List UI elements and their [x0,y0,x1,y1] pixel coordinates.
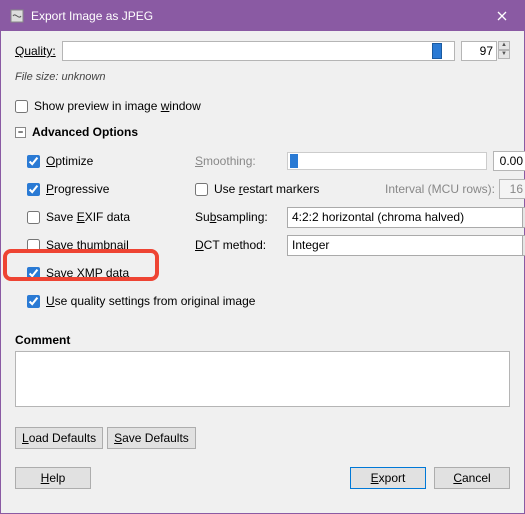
advanced-options-label: Advanced Options [32,125,138,139]
export-jpeg-dialog: Export Image as JPEG Quality: ▲ ▼ File s… [0,0,525,514]
use-original-quality-checkbox[interactable] [27,295,40,308]
load-defaults-button[interactable]: Load Defaults [15,427,103,449]
show-preview-row: Show preview in image window [15,99,510,113]
dct-combo[interactable]: Integer ▼ [287,235,525,256]
interval-spinner: ▲▼ [499,179,525,199]
quality-row: Quality: ▲ ▼ [15,41,510,61]
cancel-button[interactable]: Cancel [434,467,510,489]
defaults-buttons: Load Defaults Save Defaults [15,427,510,449]
quality-spinner[interactable]: ▲ ▼ [461,41,510,61]
comment-textarea[interactable] [15,351,510,407]
interval-value-input [499,179,525,199]
save-defaults-button[interactable]: Save Defaults [107,427,196,449]
expander-icon[interactable]: − [15,127,26,138]
smoothing-slider[interactable] [287,152,487,170]
optimize-option[interactable]: Optimize [27,154,93,168]
save-exif-checkbox[interactable] [27,211,40,224]
save-thumbnail-option[interactable]: Save thumbnail [27,238,129,252]
advanced-options-body: Optimize Progressive Save EXIF data [27,147,510,315]
dialog-title: Export Image as JPEG [31,9,479,23]
save-xmp-checkbox[interactable] [27,267,40,280]
save-xmp-option[interactable]: Save XMP data [27,266,129,280]
close-button[interactable] [479,1,524,31]
quality-slider[interactable] [62,41,455,61]
spin-up-icon[interactable]: ▲ [498,41,510,50]
subsampling-label: Subsampling: [195,210,281,224]
smoothing-spinner[interactable]: ▲▼ [493,151,525,171]
show-preview-label[interactable]: Show preview in image window [34,99,201,113]
smoothing-label: Smoothing: [195,154,281,168]
quality-value-input[interactable] [461,41,497,61]
smoothing-value-input[interactable] [493,151,525,171]
options-left-column: Optimize Progressive Save EXIF data [27,147,195,315]
progressive-option[interactable]: Progressive [27,182,109,196]
export-button[interactable]: Export [350,467,426,489]
slider-thumb[interactable] [432,43,442,59]
save-exif-option[interactable]: Save EXIF data [27,210,130,224]
quality-label: Quality: [15,44,56,58]
subsampling-combo[interactable]: 4:2:2 horizontal (chroma halved) ▼ [287,207,525,228]
show-preview-checkbox[interactable] [15,100,28,113]
titlebar[interactable]: Export Image as JPEG [1,1,524,31]
spin-down-icon[interactable]: ▼ [498,50,510,59]
comment-label: Comment [15,333,510,347]
app-icon [9,8,25,24]
interval-label: Interval (MCU rows): [385,182,495,196]
bottom-buttons: Help Export Cancel [15,467,510,489]
dialog-body: Quality: ▲ ▼ File size: unknown Show pre… [1,31,524,513]
filesize-label: File size: unknown [15,71,510,83]
options-right-column: Smoothing: ▲▼ Use restart markers Interv… [195,147,525,315]
save-thumbnail-checkbox[interactable] [27,239,40,252]
smoothing-thumb[interactable] [290,154,298,168]
dct-label: DCT method: [195,238,281,252]
progressive-checkbox[interactable] [27,183,40,196]
restart-markers-checkbox[interactable] [195,183,208,196]
help-button[interactable]: Help [15,467,91,489]
restart-markers-option[interactable]: Use restart markers [195,182,345,196]
advanced-options-header[interactable]: − Advanced Options [15,125,510,139]
optimize-checkbox[interactable] [27,155,40,168]
